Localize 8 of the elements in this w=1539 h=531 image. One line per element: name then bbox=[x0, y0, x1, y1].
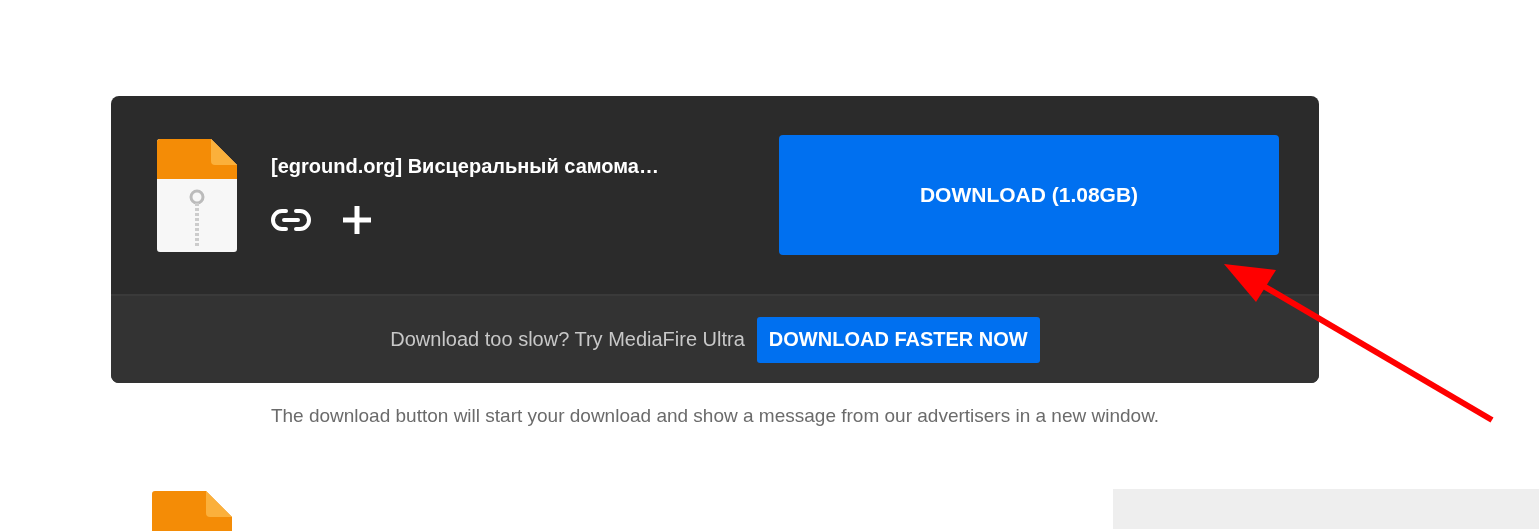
plus-icon[interactable] bbox=[341, 203, 373, 236]
zip-file-icon bbox=[155, 137, 239, 253]
file-name: [eground.org] Висцеральный самома… bbox=[271, 154, 660, 178]
upsell-text: Download too slow? Try MediaFire Ultra bbox=[390, 328, 745, 351]
download-notice: The download button will start your download and show a message from our advertisers in a new window. bbox=[269, 405, 1161, 427]
download-button[interactable]: DOWNLOAD (1.08GB) bbox=[779, 135, 1279, 255]
link-icon[interactable] bbox=[271, 207, 311, 232]
download-faster-button[interactable]: DOWNLOAD FASTER NOW bbox=[756, 316, 1040, 363]
